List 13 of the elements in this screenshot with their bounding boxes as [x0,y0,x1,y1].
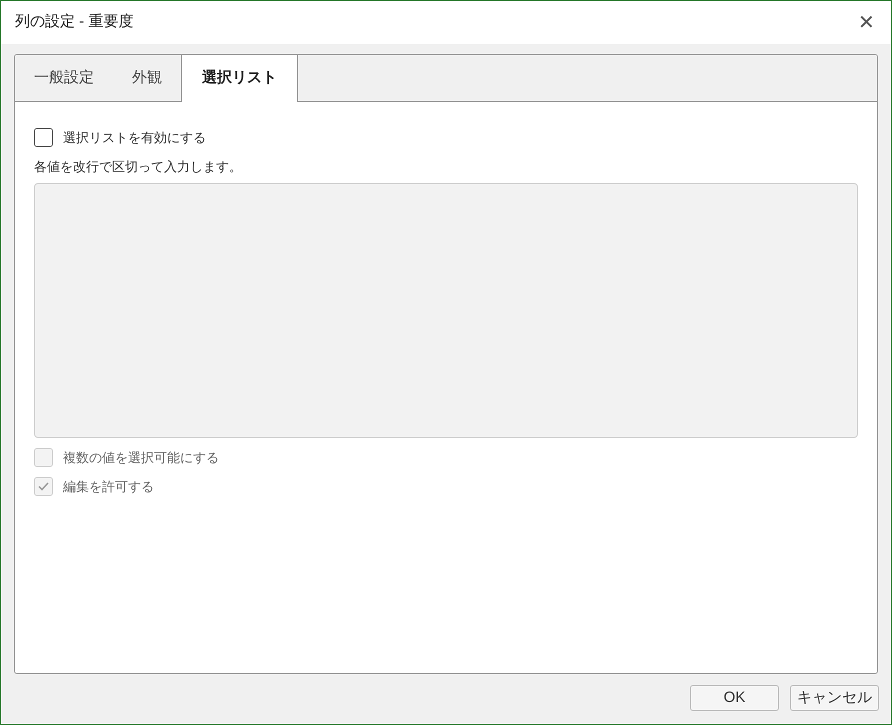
tab[interactable]: 選択リスト [181,55,298,102]
window-title: 列の設定 - 重要度 [15,12,134,32]
checkbox-label: 編集を許可する [63,478,154,496]
close-button[interactable]: ✕ [854,12,879,32]
tab[interactable]: 外観 [113,55,181,101]
checkbox-label: 複数の値を選択可能にする [63,449,219,467]
checkbox-label: 選択リストを有効にする [63,129,206,147]
tab[interactable]: 一般設定 [15,55,113,101]
ok-button[interactable]: OK [690,685,779,711]
checkbox[interactable] [34,128,53,148]
cancel-button[interactable]: キャンセル [790,685,879,711]
instructions-text: 各値を改行で区切って入力します。 [34,158,243,176]
check-icon [38,482,49,491]
